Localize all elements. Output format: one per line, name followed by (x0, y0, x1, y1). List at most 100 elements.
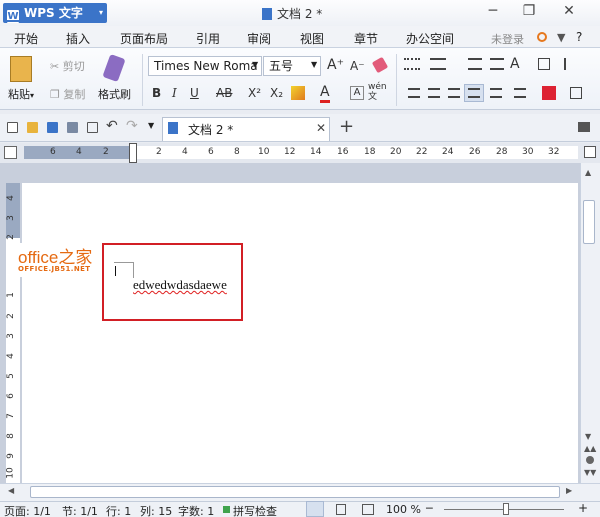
page-view-button[interactable] (306, 501, 324, 517)
restore-button[interactable]: ❐ (518, 3, 540, 19)
grow-font-button[interactable]: A⁺ (327, 57, 344, 73)
tab-view[interactable]: 视图 (300, 30, 324, 47)
prev-page-icon[interactable]: ▲▲ (584, 444, 596, 453)
status-page[interactable]: 页面: 1/1 (4, 503, 51, 517)
tab-options-icon[interactable] (578, 122, 590, 132)
bold-button[interactable]: B (152, 86, 161, 100)
open-folder-icon[interactable] (27, 122, 38, 133)
tab-review[interactable]: 审阅 (247, 30, 271, 47)
browse-object-icon[interactable] (586, 456, 594, 464)
document-icon (168, 122, 178, 134)
scroll-down-arrow[interactable]: ▼ (585, 432, 591, 441)
ruler-number: 3 (5, 215, 16, 221)
document-text[interactable]: edwedwdasdaewe (133, 277, 227, 293)
save-icon[interactable] (47, 122, 58, 133)
char-shading-button[interactable]: A (350, 86, 364, 100)
font-color-button[interactable]: A (320, 84, 330, 103)
help-button[interactable]: ? (576, 30, 582, 44)
scroll-left-arrow[interactable]: ◀ (8, 486, 14, 495)
scroll-thumb[interactable] (583, 200, 595, 244)
highlight-icon[interactable] (291, 86, 305, 100)
scroll-up-arrow[interactable]: ▲ (585, 168, 591, 177)
align-right-icon[interactable] (448, 88, 460, 98)
chevron-down-icon[interactable]: ▼ (148, 121, 154, 130)
tab-page-layout[interactable]: 页面布局 (120, 30, 168, 47)
tab-office-space[interactable]: 办公空间 (406, 30, 454, 47)
new-tab-button[interactable]: + (339, 116, 354, 137)
status-column: 列: 15 (140, 505, 173, 517)
view-toggle-icon[interactable] (584, 146, 596, 158)
ruler-number: 22 (416, 147, 428, 157)
subscript-button[interactable]: X₂ (270, 86, 283, 100)
shrink-font-button[interactable]: A⁻ (350, 59, 365, 73)
show-marks-icon[interactable] (564, 58, 576, 70)
document-title-text: 文档 2 * (277, 7, 323, 21)
zoom-in-button[interactable]: + (578, 501, 588, 515)
spell-check-button[interactable]: 拼写检查 (233, 503, 277, 517)
ruler-number: 7 (5, 413, 16, 419)
cut-button[interactable]: ✂ 剪切 (50, 58, 85, 74)
align-center-icon[interactable] (428, 88, 440, 98)
next-page-icon[interactable]: ▼▼ (584, 468, 596, 477)
skin-icon[interactable] (537, 32, 547, 42)
undo-icon[interactable]: ↶ (106, 118, 118, 134)
h-scroll-thumb[interactable] (30, 486, 560, 498)
fill-color-icon[interactable] (542, 86, 556, 100)
status-row: 行: 1 (106, 505, 132, 517)
tab-home[interactable]: 开始 (14, 30, 38, 47)
scroll-right-arrow[interactable]: ▶ (566, 486, 572, 495)
italic-button[interactable]: I (172, 86, 177, 100)
superscript-button[interactable]: X² (248, 86, 261, 100)
tab-stop-selector[interactable] (4, 146, 17, 159)
numbered-list-icon[interactable] (430, 58, 446, 70)
text-direction-icon[interactable]: A (510, 56, 520, 72)
shirt-icon[interactable]: ▼ (557, 31, 565, 44)
redo-icon[interactable]: ↷ (126, 118, 138, 134)
tab-chapter[interactable]: 章节 (354, 30, 378, 47)
minimize-button[interactable]: ─ (482, 3, 504, 19)
font-name-select[interactable]: Times New Roma (148, 56, 262, 76)
document-page[interactable] (22, 183, 578, 488)
zoom-level[interactable]: 100 % (386, 503, 421, 516)
line-spacing-icon[interactable] (514, 88, 526, 98)
copy-button[interactable]: ❐ 复制 (50, 86, 85, 102)
decrease-indent-icon[interactable] (468, 58, 482, 70)
phonetic-guide-button[interactable]: wén 文 (368, 82, 387, 102)
ruler-number: 4 (5, 195, 16, 201)
zoom-slider-thumb[interactable] (503, 503, 509, 515)
ruler-number: 18 (364, 147, 376, 157)
status-word-count[interactable]: 字数: 1 (178, 503, 214, 517)
tab-close-icon[interactable]: ✕ (316, 121, 326, 135)
login-link[interactable]: 未登录 (491, 31, 524, 47)
ruler-number: 10 (5, 467, 16, 479)
print-icon[interactable] (67, 122, 78, 133)
indent-marker[interactable] (129, 143, 137, 163)
border-icon[interactable] (570, 87, 582, 99)
strikethrough-button[interactable]: AB (216, 86, 232, 100)
reading-view-icon[interactable] (362, 504, 374, 515)
ruler-number: 4 (5, 353, 16, 359)
paste-button[interactable]: 粘贴▾ (8, 86, 34, 102)
tab-references[interactable]: 引用 (196, 30, 220, 47)
increase-indent-icon[interactable] (490, 58, 504, 70)
chevron-down-icon: ▾ (98, 8, 103, 17)
new-document-icon[interactable] (7, 122, 18, 133)
distribute-icon[interactable] (490, 88, 502, 98)
status-section: 节: 1/1 (62, 505, 98, 517)
ruler-number: 2 (5, 313, 16, 319)
ruler-number: 8 (5, 433, 16, 439)
zoom-out-button[interactable]: ─ (426, 502, 433, 515)
ruler-number: 14 (310, 147, 322, 157)
table-icon[interactable] (538, 58, 550, 70)
ruler-number: 4 (76, 147, 82, 157)
tab-insert[interactable]: 插入 (66, 30, 90, 47)
align-left-icon[interactable] (408, 88, 420, 98)
outline-view-icon[interactable] (336, 504, 346, 515)
format-painter-button[interactable]: 格式刷 (98, 86, 131, 102)
underline-button[interactable]: U (190, 86, 199, 100)
ruler-number: 8 (234, 147, 240, 157)
close-button[interactable]: ✕ (558, 3, 580, 19)
separator (396, 54, 397, 106)
bullet-list-icon[interactable] (404, 58, 420, 70)
print-preview-icon[interactable] (87, 122, 98, 133)
